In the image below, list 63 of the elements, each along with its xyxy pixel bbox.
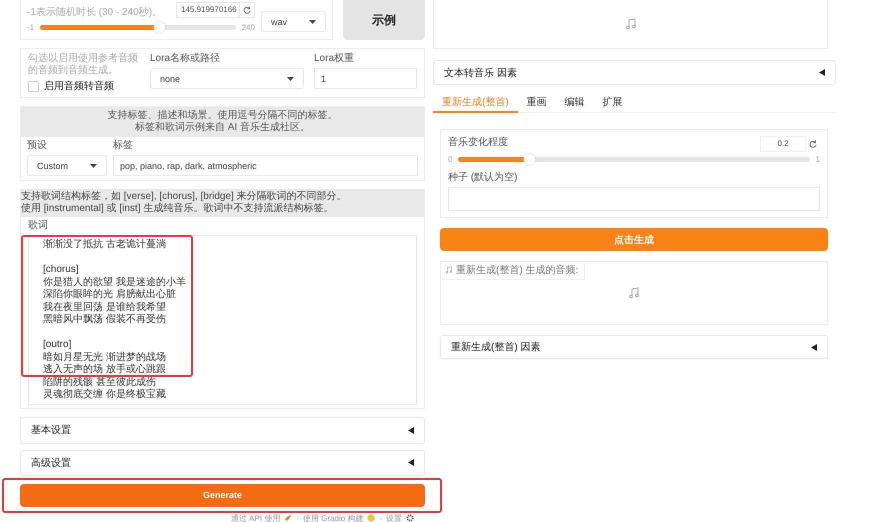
slider-min-label: -1 [27,23,34,32]
caret-icon [90,164,97,168]
tab[interactable]: 编辑 [556,92,594,113]
info-text: 支持标签、描述和场景。使用逗号分隔不同的标签。 [106,110,338,122]
dropdown[interactable]: Custom [27,155,107,176]
lyric-line: 渐渐没了抵抗 古老诡计蔓淌 [43,239,166,252]
lyric-line: 逃入无声的场 放手或心跳跟 [43,364,166,376]
lyric-line: 你是猎人的欲望 我是迷途的小羊 [43,276,186,288]
lyric-line: [outro] [43,339,72,352]
hint-text: -1表示随机时长 (30 - 240秒)。 [27,7,162,19]
lyric-line: 深陷你眼眸的光 肩膀献出心脏 [43,289,176,302]
field-label: Lora名称或路径 [150,53,222,65]
lyric-line: 黑暗风中飘荡 假装不再受伤 [43,314,166,326]
field-label: 种子 (默认为空) [448,172,518,184]
field-label: 音乐变化程度 [448,136,508,148]
checkbox[interactable] [28,80,39,92]
label-text: 重新生成(整首) 生成的音频: [456,264,578,277]
slider-thumb[interactable] [154,22,166,33]
lyric-line: [chorus] [43,264,79,276]
accordion-header[interactable]: 文本转音乐 因素 [433,60,836,85]
tab[interactable]: 重画 [518,92,556,113]
caret-icon [309,20,316,24]
slider-max-label: 240 [242,23,255,32]
info-text: 支持歌词结构标签，如 [verse], [chorus], [bridge] 来分隔歌词的不同部分。 [21,191,348,202]
example-button[interactable]: 示例 [343,0,425,40]
gear-icon [406,514,414,522]
info-text: 标签和歌词示例来自 AI 音乐生成社区。 [134,122,311,134]
dropdown[interactable]: wav [261,11,326,32]
field-label: Lora权重 [314,53,356,65]
accordion-header[interactable]: 基本设置 [20,416,425,444]
input-field[interactable]: 1 [314,68,417,89]
rocket-icon [284,514,292,522]
reset-icon [243,6,251,14]
lyric-line: 灵魂彻底交缠 你是终极宝藏 [43,389,166,402]
tab[interactable]: 扩展 [594,92,632,113]
field-label: 预设 [27,140,48,152]
slider-min-label: 0 [448,155,452,164]
lyric-line: 陷阱的残骸 甚至彼此成伤 [43,376,156,388]
music-note-icon [445,266,453,274]
input-field[interactable] [448,187,820,211]
field-label: 歌词 [28,220,49,232]
slider[interactable] [458,157,810,162]
slider[interactable] [40,25,236,30]
checkbox-label: 启用音频转音频 [44,80,114,93]
input-field[interactable]: pop, piano, rap, dark, atmospheric [113,155,418,176]
info-text: 使用 [instrumental] 或 [inst] 生成纯音乐。歌词中不支持流派结构标签。 [21,203,334,215]
music-note-icon [628,287,640,299]
field-label: 标签 [113,140,134,152]
accordion-header[interactable]: 高级设置 [20,450,425,476]
music-note-icon [624,18,636,30]
lyric-line: 我在夜里回荡 是谁给我希望 [43,302,166,314]
lyric-line: 暗如月星无光 渐进梦的战场 [43,352,166,364]
separator-dot: · [296,514,299,522]
lyrics-field[interactable]: 渐渐没了抵抗 古老诡计蔓淌 [chorus] 你是猎人的欲望 我是迷途的小羊 深陷你眼眸的光 肩膀献出心脏 我在夜里回荡 是谁给我希望 黑暗风中飘荡 假装不再受伤 [outro] 暗如月星无光 渐进梦的战场 逃入无声的场 放手或心跳跟 陷阱的残骸 甚至彼此成伤 灵魂彻底交缠 你是终极宝藏 [28,235,417,404]
number-field[interactable]: 0.2 [760,136,806,152]
hint-text: 勾选以启用使用参考音频的音频到音频生成。 [28,53,139,77]
reset-icon [809,140,817,148]
accordion-header[interactable]: 重新生成(整首) 因素 [440,335,828,359]
caret-icon [287,76,294,80]
separator-dot: · [379,514,382,522]
dropdown[interactable]: none [150,68,304,89]
slider-thumb[interactable] [524,154,535,165]
slider-max-label: 1 [816,155,820,164]
